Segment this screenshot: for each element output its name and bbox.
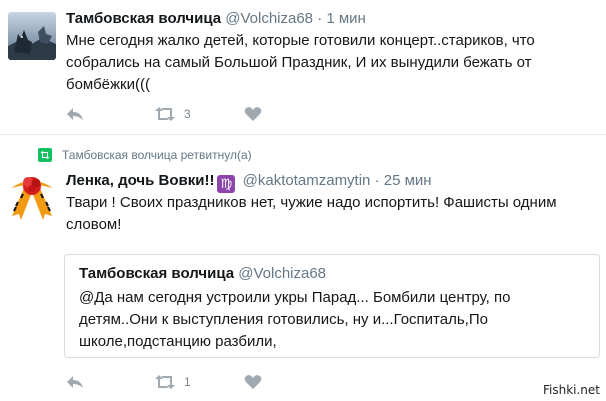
quoted-text-line: школе,подстанцию разбили, xyxy=(79,333,277,350)
like-icon xyxy=(244,107,262,121)
quoted-text-line: детям..Они к выступления готовились, ну … xyxy=(79,311,488,328)
author-name[interactable]: Ленка, дочь Вовки!! xyxy=(66,172,214,189)
retweet-button[interactable]: 3 xyxy=(154,106,191,122)
reply-icon xyxy=(67,376,83,388)
tweet-text: Твари ! Своих праздников нет, чужие надо… xyxy=(66,192,596,236)
retweet-button[interactable]: 1 xyxy=(154,374,191,390)
tweet-time[interactable]: 1 мин xyxy=(326,10,366,27)
tweet-text-line: Мне сегодня жалко детей, которые готовил… xyxy=(66,32,535,49)
watermark: Fishki.net xyxy=(542,383,600,397)
retweet-count: 3 xyxy=(184,107,191,121)
tweet-divider xyxy=(0,134,606,135)
reply-icon xyxy=(67,108,83,120)
tweet-text-line: словом! xyxy=(66,216,122,233)
tweet-text-line: собрались на самый Большой Праздник, И и… xyxy=(66,54,532,71)
tweet-actions: 3 xyxy=(66,106,366,126)
separator-dot: · xyxy=(317,10,323,27)
retweet-icon xyxy=(155,375,175,389)
reply-button[interactable] xyxy=(66,374,84,390)
author-handle[interactable]: @Volchiza68 xyxy=(225,10,313,27)
like-icon xyxy=(244,375,262,389)
tweet-actions: 1 xyxy=(66,374,366,394)
author-handle[interactable]: @kaktotamzamytin xyxy=(243,172,371,189)
like-button[interactable] xyxy=(244,374,262,390)
tweet-text-line: Твари ! Своих праздников нет, чужие надо… xyxy=(66,194,557,211)
tweet-text-line: бомбёжки((( xyxy=(66,76,150,93)
quoted-tweet[interactable]: Тамбовская волчица @Volchiza68 @Да нам с… xyxy=(64,254,600,358)
quoted-author-handle: @Volchiza68 xyxy=(238,265,327,282)
retweet-count: 1 xyxy=(184,375,191,389)
tweet-time[interactable]: 25 мин xyxy=(384,172,432,189)
like-button[interactable] xyxy=(244,106,262,122)
author-name[interactable]: Тамбовская волчица xyxy=(66,10,221,27)
virgo-badge-icon: ♍ xyxy=(217,175,236,193)
ribbon-avatar[interactable] xyxy=(6,168,58,220)
wolf-avatar[interactable] xyxy=(8,12,56,60)
tweet-text: Мне сегодня жалко детей, которые готовил… xyxy=(66,30,596,96)
quoted-text: @Да нам сегодня устроили укры Парад... Б… xyxy=(79,287,589,353)
quoted-author-name: Тамбовская волчица xyxy=(79,265,235,282)
retweet-icon xyxy=(155,107,175,121)
separator-dot: · xyxy=(374,172,380,189)
reply-button[interactable] xyxy=(66,106,84,122)
tweet-volchiza[interactable]: Тамбовская волчица @Volchiza68 · 1 мин М… xyxy=(0,0,606,134)
quoted-text-line: @Да нам сегодня устроили укры Парад... Б… xyxy=(79,289,511,306)
